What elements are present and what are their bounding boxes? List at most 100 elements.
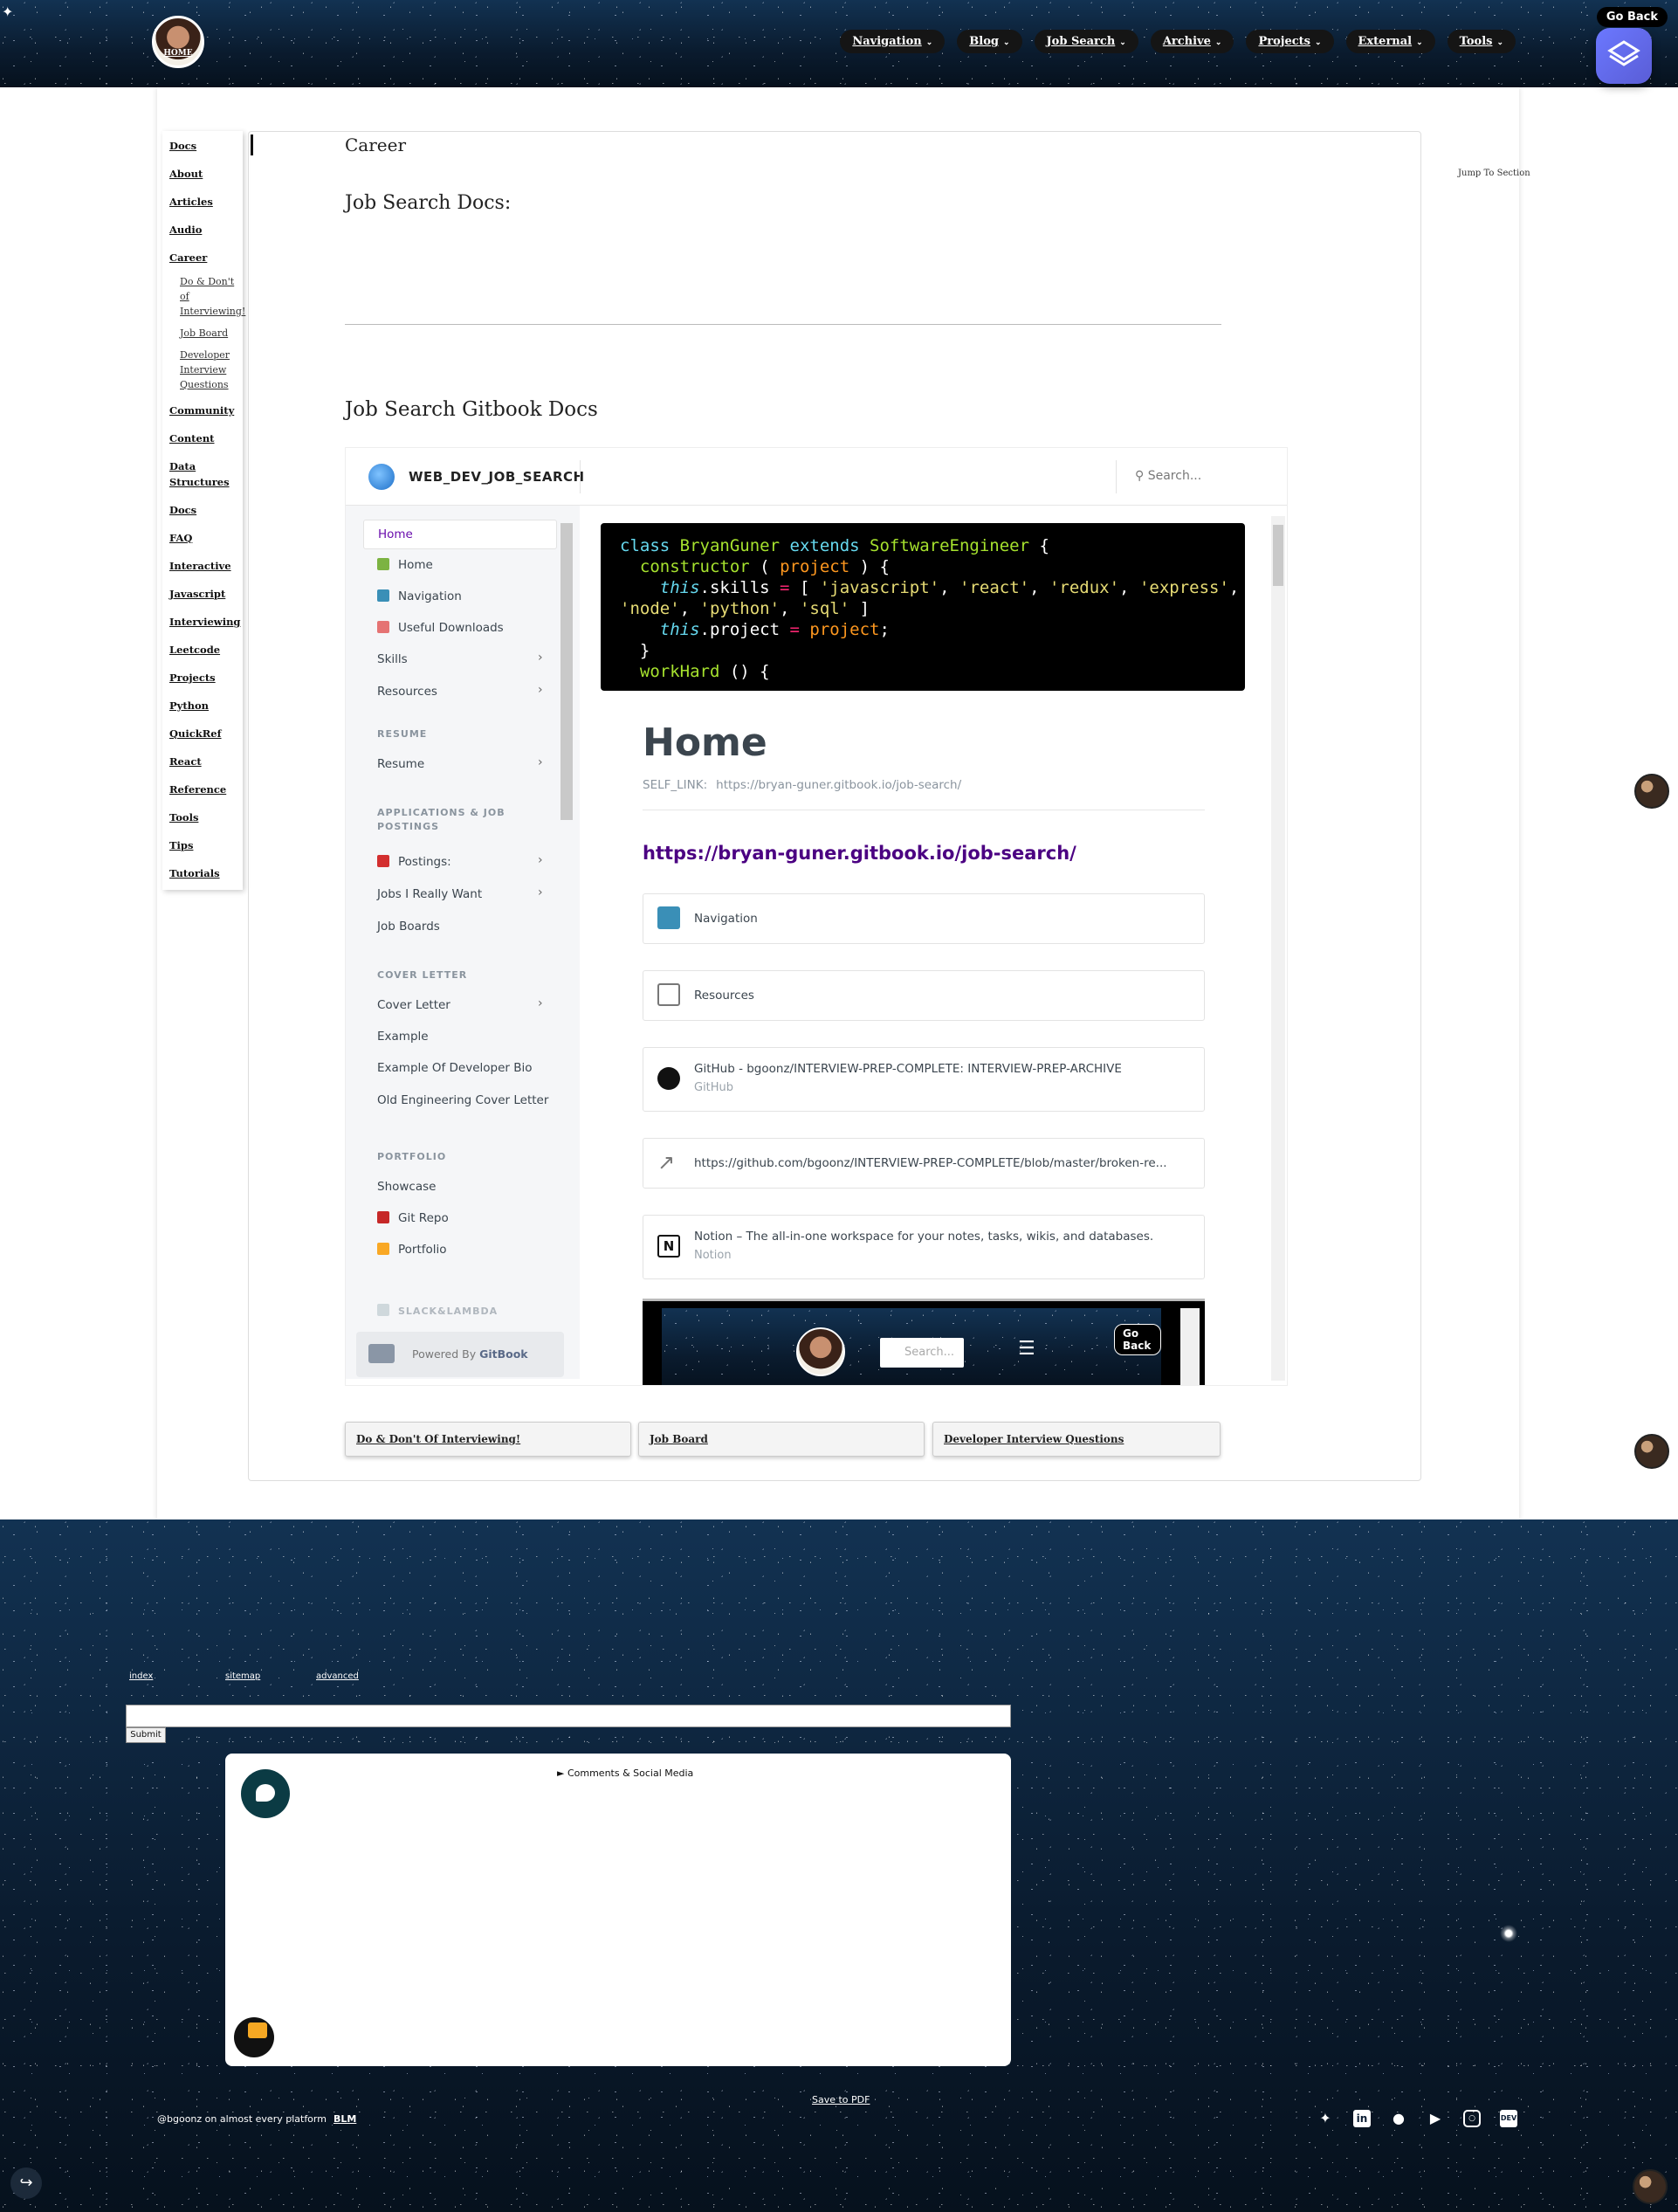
- linkedin-icon[interactable]: in: [1353, 2110, 1371, 2127]
- chat-icon[interactable]: [241, 1769, 290, 1818]
- go-back-button[interactable]: Go Back: [1596, 7, 1668, 27]
- sidebar-item-tools[interactable]: Tools: [166, 810, 243, 825]
- nav-external[interactable]: External ⌄: [1345, 30, 1435, 53]
- chevron-right-icon[interactable]: ›: [538, 996, 543, 1010]
- jump-to-section[interactable]: Jump To Section: [1458, 168, 1530, 179]
- blm-link[interactable]: BLM: [334, 2113, 356, 2125]
- sidebar-item-articles[interactable]: Articles: [166, 194, 243, 210]
- sidebar-item-python[interactable]: Python: [166, 698, 243, 713]
- card-github-blob[interactable]: ↗ https://github.com/bgoonz/INTERVIEW-PR…: [643, 1138, 1205, 1189]
- sidebar-sub-do-dont[interactable]: Do & Don't of Interviewing!: [166, 274, 245, 319]
- preview-scrollbar[interactable]: [1180, 1308, 1200, 1385]
- page-link-do-dont[interactable]: Do & Don't Of Interviewing!: [345, 1422, 631, 1457]
- gb-nav-skills[interactable]: Skills: [377, 652, 408, 666]
- card-github[interactable]: GitHub - bgoonz/INTERVIEW-PREP-COMPLETE:…: [643, 1047, 1205, 1112]
- sidebar-item-leetcode[interactable]: Leetcode: [166, 642, 243, 658]
- gb-nav-showcase[interactable]: Showcase: [377, 1180, 436, 1194]
- preview-search-input[interactable]: Search...: [880, 1338, 964, 1368]
- instagram-icon[interactable]: ○: [1463, 2110, 1481, 2127]
- submit-button[interactable]: Submit: [126, 1727, 166, 1743]
- sidebar-item-reference[interactable]: Reference: [166, 782, 243, 797]
- chevron-right-icon[interactable]: ›: [538, 651, 543, 665]
- footer-link-advanced[interactable]: advanced: [316, 1671, 359, 1681]
- sidebar-sub-dev-questions[interactable]: Developer Interview Questions: [166, 348, 243, 392]
- sidebar-scrollbar[interactable]: [560, 523, 573, 820]
- sidebar-item-content[interactable]: Content: [166, 431, 243, 446]
- sidebar-item-career[interactable]: Career: [166, 250, 243, 265]
- sidebar-item-quickref[interactable]: QuickRef: [166, 726, 243, 741]
- gb-nav-developer-bio[interactable]: Example Of Developer Bio: [377, 1061, 533, 1075]
- gb-nav-jobs-i-really-want[interactable]: Jobs I Really Want: [377, 887, 482, 901]
- gb-nav-home-active[interactable]: Home: [363, 520, 557, 549]
- gb-nav-portfolio[interactable]: Portfolio: [377, 1243, 447, 1257]
- dev-icon[interactable]: DEV: [1500, 2110, 1517, 2127]
- nav-job-search[interactable]: Job Search ⌄: [1034, 30, 1138, 53]
- sidebar-item-docs-2[interactable]: Docs: [166, 502, 243, 518]
- card-navigation[interactable]: Navigation: [643, 893, 1205, 944]
- gb-nav-git-repo[interactable]: Git Repo: [377, 1211, 449, 1225]
- gb-nav-home[interactable]: Home: [377, 558, 433, 572]
- main-scrollbar-track[interactable]: [1271, 516, 1285, 1381]
- chevron-right-icon[interactable]: ›: [538, 683, 543, 697]
- gb-nav-navigation[interactable]: Navigation: [377, 589, 462, 603]
- nav-blog[interactable]: Blog ⌄: [957, 30, 1022, 53]
- floating-avatar-icon[interactable]: [1634, 774, 1669, 809]
- github-icon[interactable]: ●: [1390, 2110, 1407, 2127]
- gb-nav-useful-downloads[interactable]: Useful Downloads: [377, 621, 504, 635]
- card-resources[interactable]: Resources: [643, 970, 1205, 1021]
- sidebar-item-community[interactable]: Community: [166, 403, 243, 418]
- main-scrollbar-thumb[interactable]: [1273, 525, 1283, 586]
- page-link-job-board[interactable]: Job Board: [638, 1422, 925, 1457]
- gb-nav-resume[interactable]: Resume: [377, 757, 424, 771]
- nav-archive[interactable]: Archive ⌄: [1150, 30, 1234, 53]
- sidebar-item-projects[interactable]: Projects: [166, 670, 243, 686]
- chevron-right-icon[interactable]: ›: [538, 755, 543, 769]
- footer-link-index[interactable]: index: [129, 1671, 153, 1681]
- nav-projects[interactable]: Projects ⌄: [1246, 30, 1334, 53]
- menu-icon[interactable]: ☰: [1018, 1338, 1035, 1360]
- sidebar-item-docs[interactable]: Docs: [166, 138, 243, 154]
- gb-nav-old-cover-letter[interactable]: Old Engineering Cover Letter: [377, 1093, 548, 1107]
- twitter-icon[interactable]: ✦: [1317, 2110, 1334, 2127]
- sidebar-sub-job-board[interactable]: Job Board: [166, 326, 243, 341]
- gb-nav-cover-letter[interactable]: Cover Letter: [377, 998, 450, 1012]
- save-to-pdf-link[interactable]: Save to PDF: [812, 2094, 870, 2105]
- sidebar-item-tips[interactable]: Tips: [166, 837, 243, 853]
- sidebar-item-data-structures[interactable]: Data Structures: [166, 458, 243, 490]
- sidebar-item-faq[interactable]: FAQ: [166, 530, 243, 546]
- footer-link-sitemap[interactable]: sitemap: [225, 1671, 260, 1681]
- preview-go-back-button[interactable]: Go Back: [1114, 1324, 1161, 1355]
- youtube-icon[interactable]: ▶: [1427, 2110, 1444, 2127]
- chevron-right-icon[interactable]: ›: [538, 853, 543, 867]
- floating-avatar-icon[interactable]: [1633, 2169, 1668, 2204]
- gb-nav-resources[interactable]: Resources: [377, 685, 437, 699]
- comments-toggle[interactable]: ► Comments & Social Media: [557, 1768, 693, 1779]
- sidebar-item-audio[interactable]: Audio: [166, 222, 243, 238]
- sidebar-item-tutorials[interactable]: Tutorials: [166, 865, 243, 881]
- gb-nav-example[interactable]: Example: [377, 1030, 429, 1044]
- chevron-down-icon: ⌄: [1119, 38, 1126, 47]
- gitbook-search-input[interactable]: ⚲ Search...: [1135, 469, 1201, 483]
- card-notion[interactable]: N Notion – The all-in-one workspace for …: [643, 1215, 1205, 1279]
- self-link-url[interactable]: https://bryan-guner.gitbook.io/job-searc…: [716, 778, 961, 792]
- gitbook-embed[interactable]: WEB_DEV_JOB_SEARCH ⚲ Search... Home Home…: [345, 447, 1288, 1386]
- chevron-right-icon[interactable]: ›: [538, 885, 543, 899]
- gb-nav-job-boards[interactable]: Job Boards: [377, 920, 440, 934]
- sidebar-item-interactive[interactable]: Interactive: [166, 558, 243, 574]
- sidebar-item-javascript[interactable]: Javascript: [166, 586, 243, 602]
- job-search-link[interactable]: https://bryan-guner.gitbook.io/job-searc…: [643, 843, 1076, 864]
- nav-navigation[interactable]: Navigation ⌄: [840, 30, 946, 53]
- sidebar-item-interviewing[interactable]: Interviewing: [166, 614, 243, 630]
- sidebar-item-about[interactable]: About: [166, 166, 243, 182]
- home-avatar-link[interactable]: HOME: [152, 16, 204, 68]
- page-link-dev-questions[interactable]: Developer Interview Questions: [932, 1422, 1221, 1457]
- gitbook-space-name[interactable]: WEB_DEV_JOB_SEARCH: [409, 469, 585, 485]
- embedded-site-preview[interactable]: Search... ☰ Go Back: [643, 1299, 1205, 1385]
- floating-avatar-icon[interactable]: [1634, 1434, 1669, 1469]
- sidebar-item-react[interactable]: React: [166, 754, 243, 769]
- stackedit-layers-icon[interactable]: [1596, 28, 1652, 84]
- footer-search-input[interactable]: [126, 1705, 1011, 1727]
- share-icon[interactable]: ↪: [10, 2167, 42, 2199]
- nav-tools[interactable]: Tools ⌄: [1447, 30, 1516, 53]
- gb-nav-postings[interactable]: Postings:: [377, 855, 451, 869]
